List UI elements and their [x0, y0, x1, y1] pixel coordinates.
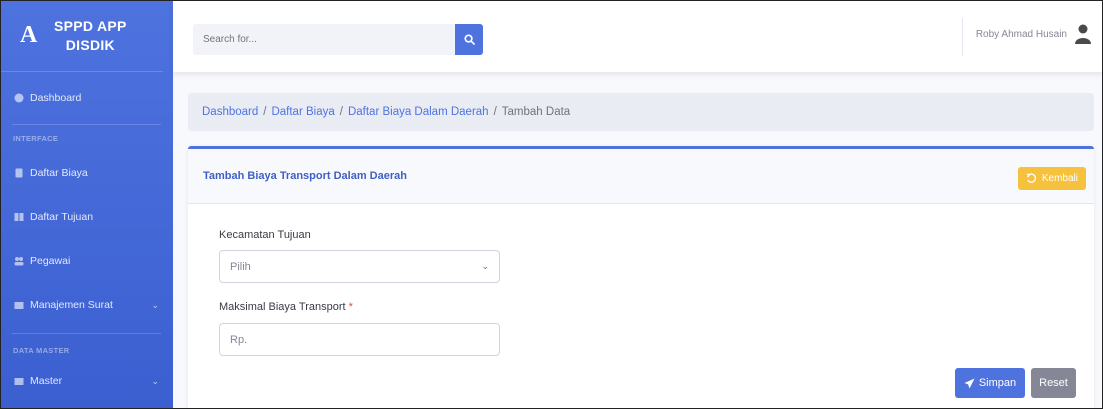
sidebar-item-daftar-tujuan[interactable]: Daftar Tujuan — [0, 195, 173, 239]
biaya-label: Maksimal Biaya Transport * — [219, 301, 353, 313]
sidebar-item-daftar-biaya[interactable]: Daftar Biaya — [0, 151, 173, 195]
reset-button[interactable]: Reset — [1031, 368, 1076, 398]
users-icon — [14, 257, 24, 266]
save-button-label: Simpan — [978, 377, 1017, 389]
sidebar-item-master[interactable]: Master ⌄ — [0, 366, 173, 396]
sidebar-item-label: Pegawai — [30, 255, 71, 267]
folder-icon — [14, 378, 24, 385]
breadcrumb-link-daftar-biaya-dalam-daerah[interactable]: Daftar Biaya Dalam Daerah — [348, 106, 489, 118]
user-menu[interactable]: Roby Ahmad Husain — [976, 24, 1091, 44]
search-button[interactable] — [455, 24, 483, 55]
breadcrumb-link-dashboard[interactable]: Dashboard — [202, 106, 258, 118]
avatar-icon — [1075, 24, 1091, 44]
breadcrumb-active: Tambah Data — [501, 106, 571, 118]
brand-logo: A — [20, 22, 38, 48]
brand-text: SPPD APP DISDIK — [54, 17, 127, 55]
save-button[interactable]: Simpan — [955, 368, 1025, 398]
chevron-down-icon: ⌄ — [481, 261, 489, 271]
biaya-input[interactable]: Rp. — [219, 323, 500, 356]
biaya-label-text: Maksimal Biaya Transport — [219, 301, 346, 313]
topbar: Roby Ahmad Husain — [173, 0, 1103, 72]
user-name: Roby Ahmad Husain — [975, 28, 1067, 40]
sidebar-item-manajemen-surat[interactable]: Manajemen Surat ⌄ — [0, 283, 173, 327]
card-title: Tambah Biaya Transport Dalam Daerah — [203, 170, 407, 182]
breadcrumb-separator: / — [493, 106, 497, 118]
card-header: Tambah Biaya Transport Dalam Daerah Kemb… — [188, 149, 1094, 204]
kecamatan-select[interactable]: Pilih ⌄ — [219, 250, 500, 283]
kecamatan-label: Kecamatan Tujuan — [219, 229, 311, 241]
sidebar-item-pegawai[interactable]: Pegawai — [0, 239, 173, 283]
search-bar — [193, 24, 483, 55]
nav-heading-interface: INTERFACE — [13, 133, 59, 143]
brand-line1: SPPD APP — [54, 17, 127, 34]
breadcrumb-separator: / — [263, 106, 267, 118]
biaya-input-placeholder: Rp. — [230, 333, 248, 346]
sidebar-item-label: Master — [30, 375, 63, 387]
chevron-down-icon: ⌄ — [151, 375, 159, 386]
required-mark: * — [348, 301, 353, 313]
chevron-down-icon: ⌄ — [151, 299, 159, 310]
sidebar-item-label: Daftar Biaya — [30, 167, 88, 179]
sidebar-item-label: Dashboard — [30, 92, 82, 104]
sidebar-item-label: Daftar Tujuan — [30, 211, 94, 223]
search-icon — [463, 34, 475, 45]
book-icon — [14, 213, 24, 221]
brand-line2: DISDIK — [65, 36, 115, 53]
topbar-divider — [962, 18, 963, 56]
search-input[interactable] — [193, 24, 455, 55]
back-button[interactable]: Kembali — [1017, 167, 1086, 190]
sidebar-item-dashboard[interactable]: Dashboard — [0, 72, 173, 124]
undo-icon — [1026, 173, 1036, 183]
folder-icon — [14, 302, 24, 309]
dashboard-icon — [14, 93, 24, 103]
kecamatan-select-value: Pilih — [230, 260, 251, 273]
paper-plane-icon — [964, 377, 975, 389]
brand[interactable]: A SPPD APP DISDIK — [0, 0, 163, 72]
breadcrumb-separator: / — [339, 106, 343, 118]
document-icon — [15, 168, 23, 178]
breadcrumb-link-daftar-biaya[interactable]: Daftar Biaya — [271, 106, 334, 118]
sidebar: A SPPD APP DISDIK Dashboard INTERFACE Da… — [0, 0, 173, 409]
sidebar-item-label: Manajemen Surat — [30, 299, 113, 311]
nav-heading-master: DATA MASTER — [13, 345, 70, 355]
form-card: Tambah Biaya Transport Dalam Daerah Kemb… — [188, 146, 1094, 409]
back-button-label: Kembali — [1041, 173, 1078, 184]
breadcrumb: Dashboard / Daftar Biaya / Daftar Biaya … — [188, 93, 1094, 131]
